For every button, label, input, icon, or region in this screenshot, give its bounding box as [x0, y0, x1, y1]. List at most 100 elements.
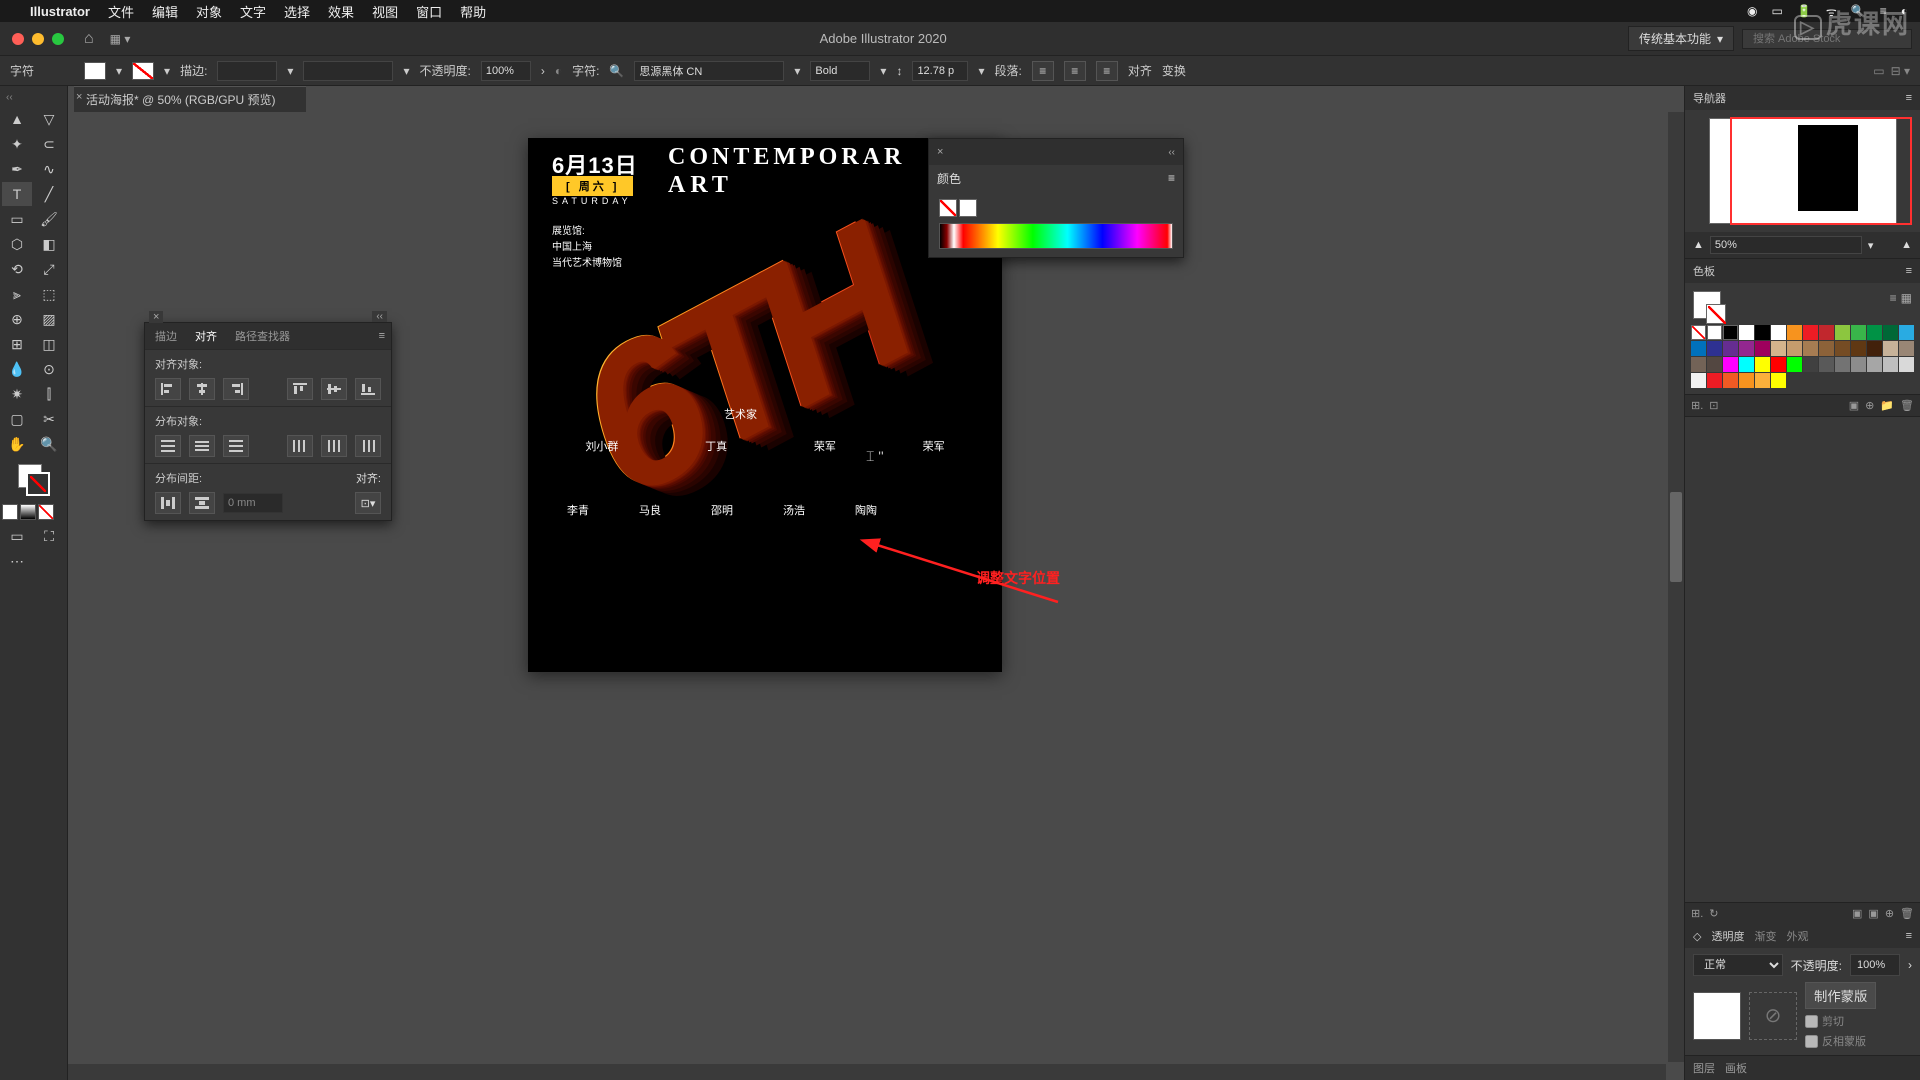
menu-edit[interactable]: 编辑 — [152, 2, 178, 21]
swatch-item[interactable] — [1723, 341, 1738, 356]
rectangle-tool[interactable]: ▭ — [2, 207, 32, 231]
dist-hcenter-button[interactable] — [321, 435, 347, 457]
dist-top-button[interactable] — [155, 435, 181, 457]
spacing-input[interactable] — [223, 493, 283, 513]
swatch-item[interactable] — [1707, 341, 1722, 356]
shaper-tool[interactable]: ⬡ — [2, 232, 32, 256]
magic-wand-tool[interactable]: ✦ — [2, 132, 32, 156]
swatch-item[interactable] — [1771, 341, 1786, 356]
width-tool[interactable]: ⫸ — [2, 282, 32, 306]
swatch-item[interactable] — [1755, 373, 1770, 388]
collapse-panel-icon[interactable]: ‹‹ — [372, 311, 387, 322]
swatch-item[interactable] — [1771, 325, 1786, 340]
invert-checkbox[interactable]: 反相蒙版 — [1805, 1033, 1876, 1049]
swatch-item[interactable] — [1771, 357, 1786, 372]
close-tab-icon[interactable]: × — [76, 91, 82, 103]
swatch-item[interactable] — [1819, 357, 1834, 372]
blend-tool[interactable]: ⊙ — [34, 357, 64, 381]
swatch-item[interactable] — [1771, 373, 1786, 388]
toolbar-expand[interactable]: ‹‹ — [0, 90, 67, 105]
arrange-docs-icon[interactable]: ▦ ▾ — [110, 32, 131, 46]
swatch-item[interactable] — [1755, 357, 1770, 372]
color-spectrum[interactable] — [939, 223, 1173, 249]
footer-icon-4[interactable]: ▣ — [1868, 907, 1878, 920]
swatch-item[interactable] — [1755, 341, 1770, 356]
swatch-item[interactable] — [1883, 325, 1898, 340]
swatch-options-icon[interactable]: ▦ — [1901, 291, 1912, 319]
align-bottom-button[interactable] — [355, 378, 381, 400]
align-left-icon[interactable]: ≡ — [1032, 61, 1054, 81]
swatch-item[interactable] — [1867, 341, 1882, 356]
align-top-button[interactable] — [287, 378, 313, 400]
tab-artboards[interactable]: 画板 — [1725, 1060, 1747, 1076]
pen-tool[interactable]: ✒ — [2, 157, 32, 181]
rotate-tool[interactable]: ⟲ — [2, 257, 32, 281]
swatch-item[interactable] — [1707, 373, 1722, 388]
spotlight-icon[interactable]: 🔍 — [1851, 4, 1866, 18]
swatch-item[interactable] — [1723, 325, 1738, 340]
trans-opacity-input[interactable] — [1850, 954, 1900, 976]
selection-tool[interactable]: ▲ — [2, 107, 32, 131]
tab-gradient[interactable]: 渐变 — [1754, 928, 1776, 944]
footer-icon-2[interactable]: ↻ — [1709, 907, 1718, 920]
close-window[interactable] — [12, 33, 24, 45]
swatch-item[interactable] — [1899, 357, 1914, 372]
eraser-tool[interactable]: ◧ — [34, 232, 64, 256]
swatch-item[interactable] — [1835, 357, 1850, 372]
input-icon[interactable]: ▭ — [1772, 4, 1783, 18]
footer-icon-1[interactable]: ⊞. — [1691, 907, 1703, 920]
align-right-button[interactable] — [223, 378, 249, 400]
footer-icon-6[interactable]: 🗑 — [1900, 907, 1914, 920]
shape-builder-tool[interactable]: ⊕ — [2, 307, 32, 331]
font-size-input[interactable] — [912, 61, 968, 81]
type-tool[interactable]: T — [2, 182, 32, 206]
navigator-thumbnail[interactable] — [1709, 118, 1897, 224]
direct-selection-tool[interactable]: ▽ — [34, 107, 64, 131]
paintbrush-tool[interactable]: 🖌 — [34, 207, 64, 231]
swatch-item[interactable] — [1707, 357, 1722, 372]
swatch-item[interactable] — [1787, 325, 1802, 340]
menu-file[interactable]: 文件 — [108, 2, 134, 21]
tab-appearance[interactable]: 外观 — [1786, 928, 1808, 944]
graph-tool[interactable]: ⫿ — [34, 382, 64, 406]
screen-mode-full[interactable]: ⛶ — [34, 524, 64, 548]
close-panel-icon[interactable]: × — [149, 311, 163, 323]
align-right-icon[interactable]: ≡ — [1096, 61, 1118, 81]
swatch-item[interactable] — [1739, 357, 1754, 372]
menu-window[interactable]: 窗口 — [416, 2, 442, 21]
dist-spacing-v-button[interactable] — [155, 492, 181, 514]
perspective-tool[interactable]: ▨ — [34, 307, 64, 331]
swatch-item[interactable] — [1851, 341, 1866, 356]
zoom-input[interactable] — [1710, 236, 1862, 254]
document-tab[interactable]: × 活动海报* @ 50% (RGB/GPU 预览) — [74, 86, 306, 112]
swatch-item[interactable] — [1851, 357, 1866, 372]
align-left-button[interactable] — [155, 378, 181, 400]
slice-tool[interactable]: ✂ — [34, 407, 64, 431]
swatch-item[interactable] — [1755, 325, 1770, 340]
zoom-out-icon[interactable]: ▲ — [1693, 239, 1704, 251]
font-family-input[interactable] — [634, 61, 784, 81]
control-center-icon[interactable]: ≡ — [1880, 4, 1887, 18]
gradient-tool[interactable]: ◫ — [34, 332, 64, 356]
collapse-color-panel-icon[interactable]: ‹‹ — [1168, 147, 1175, 158]
swatch-item[interactable] — [1899, 325, 1914, 340]
siri-icon[interactable]: ◐ — [1901, 4, 1908, 18]
align-hcenter-button[interactable] — [189, 378, 215, 400]
blend-mode-select[interactable]: 正常 — [1693, 954, 1783, 976]
navigator-menu-icon[interactable]: ≡ — [1906, 92, 1912, 104]
color-panel-menu-icon[interactable]: ≡ — [1168, 171, 1175, 185]
transform-link[interactable]: 变换 — [1162, 62, 1186, 79]
tab-stroke[interactable]: 描边 — [151, 326, 181, 346]
clip-checkbox[interactable]: 剪切 — [1805, 1013, 1876, 1029]
artboard-tool[interactable]: ▢ — [2, 407, 32, 431]
battery-icon[interactable]: 🔋 — [1797, 4, 1812, 18]
swatch-libraries-icon[interactable]: ⊞. — [1691, 399, 1703, 412]
dist-vcenter-button[interactable] — [189, 435, 215, 457]
stroke-swatch[interactable] — [132, 62, 154, 80]
fill-swatch[interactable] — [84, 62, 106, 80]
color-mode-gradient[interactable] — [20, 504, 36, 520]
color-mode-solid[interactable] — [2, 504, 18, 520]
align-to-button[interactable]: ⊡▾ — [355, 492, 381, 514]
menu-object[interactable]: 对象 — [196, 2, 222, 21]
swatch-item[interactable] — [1867, 325, 1882, 340]
